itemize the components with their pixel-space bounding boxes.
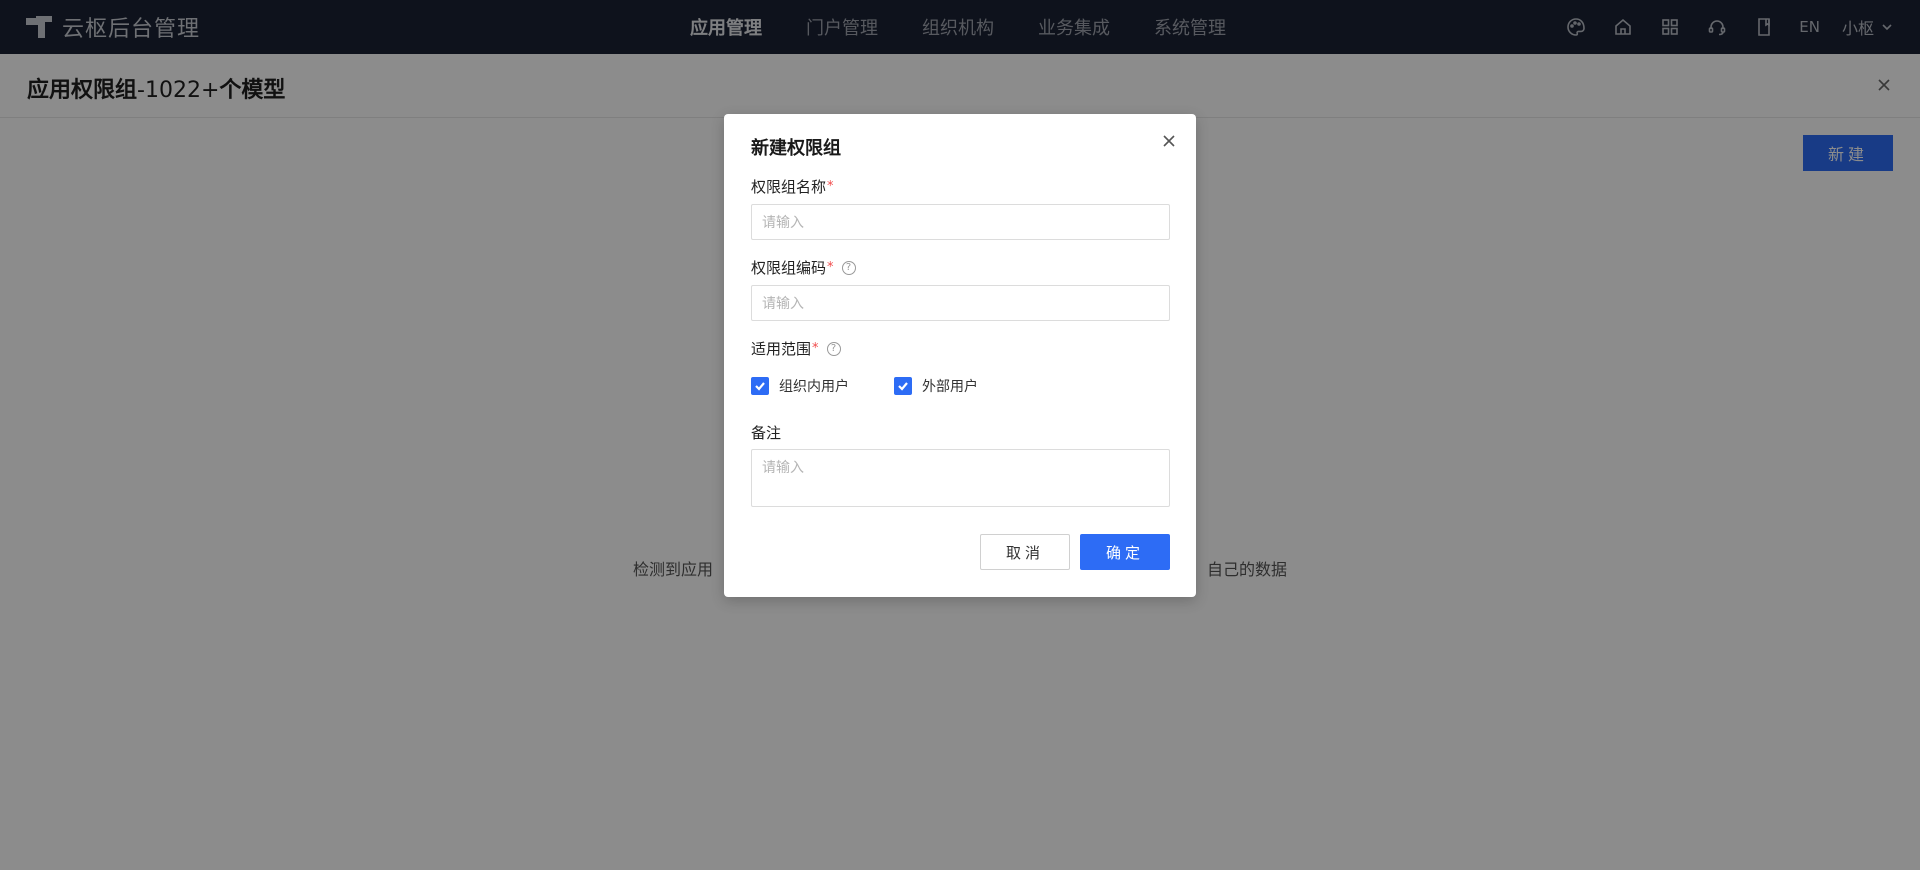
help-icon[interactable]: ? xyxy=(841,260,856,275)
confirm-button[interactable]: 确定 xyxy=(1080,534,1170,570)
required-mark: * xyxy=(827,179,834,194)
group-name-input[interactable] xyxy=(751,204,1170,240)
scope-option-external[interactable]: 外部用户 xyxy=(894,376,978,396)
scope-option-internal[interactable]: 组织内用户 xyxy=(751,376,849,396)
scope-label: 适用范围 * ? xyxy=(751,338,841,359)
remark-textarea[interactable] xyxy=(751,449,1170,507)
dialog-title: 新建权限组 xyxy=(751,138,841,159)
remark-label: 备注 xyxy=(751,424,782,442)
new-permission-group-dialog: 新建权限组 权限组名称* 权限组编码* ? 适用范围* ? 组织内用户 外部用户… xyxy=(724,114,1196,597)
scope-options: 组织内用户 外部用户 xyxy=(751,376,1023,396)
required-mark: * xyxy=(827,260,834,275)
group-name-label: 权限组名称 * xyxy=(751,178,834,196)
group-code-input[interactable] xyxy=(751,285,1170,321)
group-code-label: 权限组编码 * ? xyxy=(751,257,856,278)
required-mark: * xyxy=(812,341,819,356)
help-icon[interactable]: ? xyxy=(826,341,841,356)
close-icon[interactable] xyxy=(1160,132,1178,150)
checkbox-checked[interactable] xyxy=(894,377,912,395)
cancel-button[interactable]: 取消 xyxy=(980,534,1070,570)
checkbox-checked[interactable] xyxy=(751,377,769,395)
